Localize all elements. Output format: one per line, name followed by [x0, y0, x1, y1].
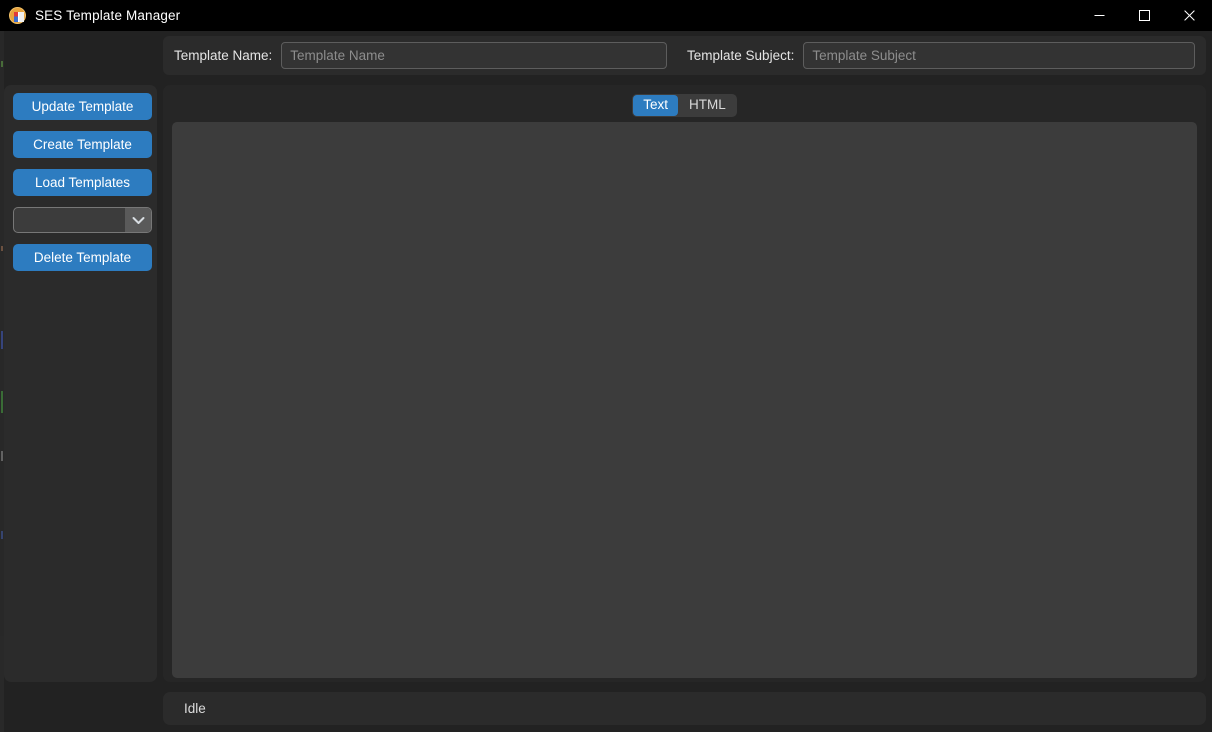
create-template-button[interactable]: Create Template: [13, 131, 152, 158]
tab-group: Text HTML: [632, 94, 737, 117]
window-title: SES Template Manager: [35, 8, 181, 23]
template-name-label: Template Name:: [174, 48, 273, 63]
tab-text[interactable]: Text: [633, 95, 678, 116]
status-text: Idle: [184, 701, 206, 716]
template-select-dropdown[interactable]: [13, 207, 152, 233]
app-window: SES Template Manager Template Name: Temp…: [0, 0, 1212, 732]
maximize-icon[interactable]: [1122, 0, 1167, 31]
minimize-icon[interactable]: [1077, 0, 1122, 31]
delete-template-button[interactable]: Delete Template: [13, 244, 152, 271]
template-body-editor[interactable]: [172, 122, 1197, 678]
load-templates-button[interactable]: Load Templates: [13, 169, 152, 196]
template-subject-label: Template Subject:: [687, 48, 795, 63]
chevron-down-icon[interactable]: [125, 208, 151, 232]
close-icon[interactable]: [1167, 0, 1212, 31]
status-bar: Idle: [163, 692, 1206, 725]
app-template-icon: [9, 7, 26, 24]
template-subject-input[interactable]: [803, 42, 1195, 69]
sidebar: Update Template Create Template Load Tem…: [4, 85, 157, 682]
main-content: Text HTML: [163, 85, 1206, 682]
template-fields-bar: Template Name: Template Subject:: [163, 36, 1206, 75]
tab-html[interactable]: HTML: [679, 95, 736, 116]
editor-tab-bar: Text HTML: [172, 94, 1197, 117]
update-template-button[interactable]: Update Template: [13, 93, 152, 120]
window-controls: [1077, 0, 1212, 31]
title-bar: SES Template Manager: [0, 0, 1212, 31]
title-bar-left: SES Template Manager: [0, 0, 1077, 31]
template-name-input[interactable]: [281, 42, 668, 69]
